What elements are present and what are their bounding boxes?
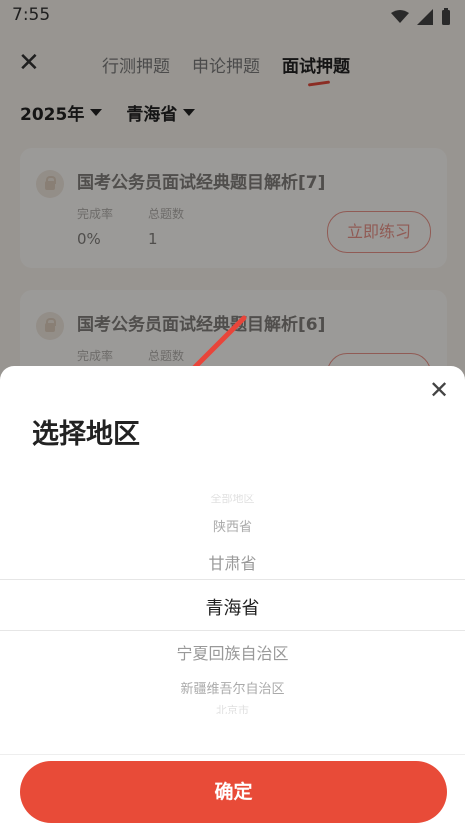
sheet-divider	[0, 754, 465, 755]
selection-line-bottom	[0, 630, 465, 631]
picker-option[interactable]: 全部地区	[0, 494, 465, 506]
selection-line-top	[0, 579, 465, 580]
picker-option[interactable]: 北京市	[0, 702, 465, 714]
confirm-button[interactable]: 确定	[20, 761, 447, 823]
region-picker-sheet: ✕ 选择地区 全部地区 陕西省 甘肃省 青海省 宁夏回族自治区 新疆维吾尔自治区…	[0, 366, 465, 825]
picker-option[interactable]: 甘肃省	[0, 550, 465, 574]
sheet-title: 选择地区	[32, 419, 140, 450]
picker-option[interactable]: 陕西省	[0, 516, 465, 535]
region-picker[interactable]: 全部地区 陕西省 甘肃省 青海省 宁夏回族自治区 新疆维吾尔自治区 北京市	[0, 494, 465, 714]
picker-option[interactable]: 宁夏回族自治区	[0, 640, 465, 664]
picker-option-selected[interactable]: 青海省	[0, 594, 465, 620]
picker-option[interactable]: 新疆维吾尔自治区	[0, 678, 465, 697]
close-icon[interactable]: ✕	[425, 376, 453, 404]
